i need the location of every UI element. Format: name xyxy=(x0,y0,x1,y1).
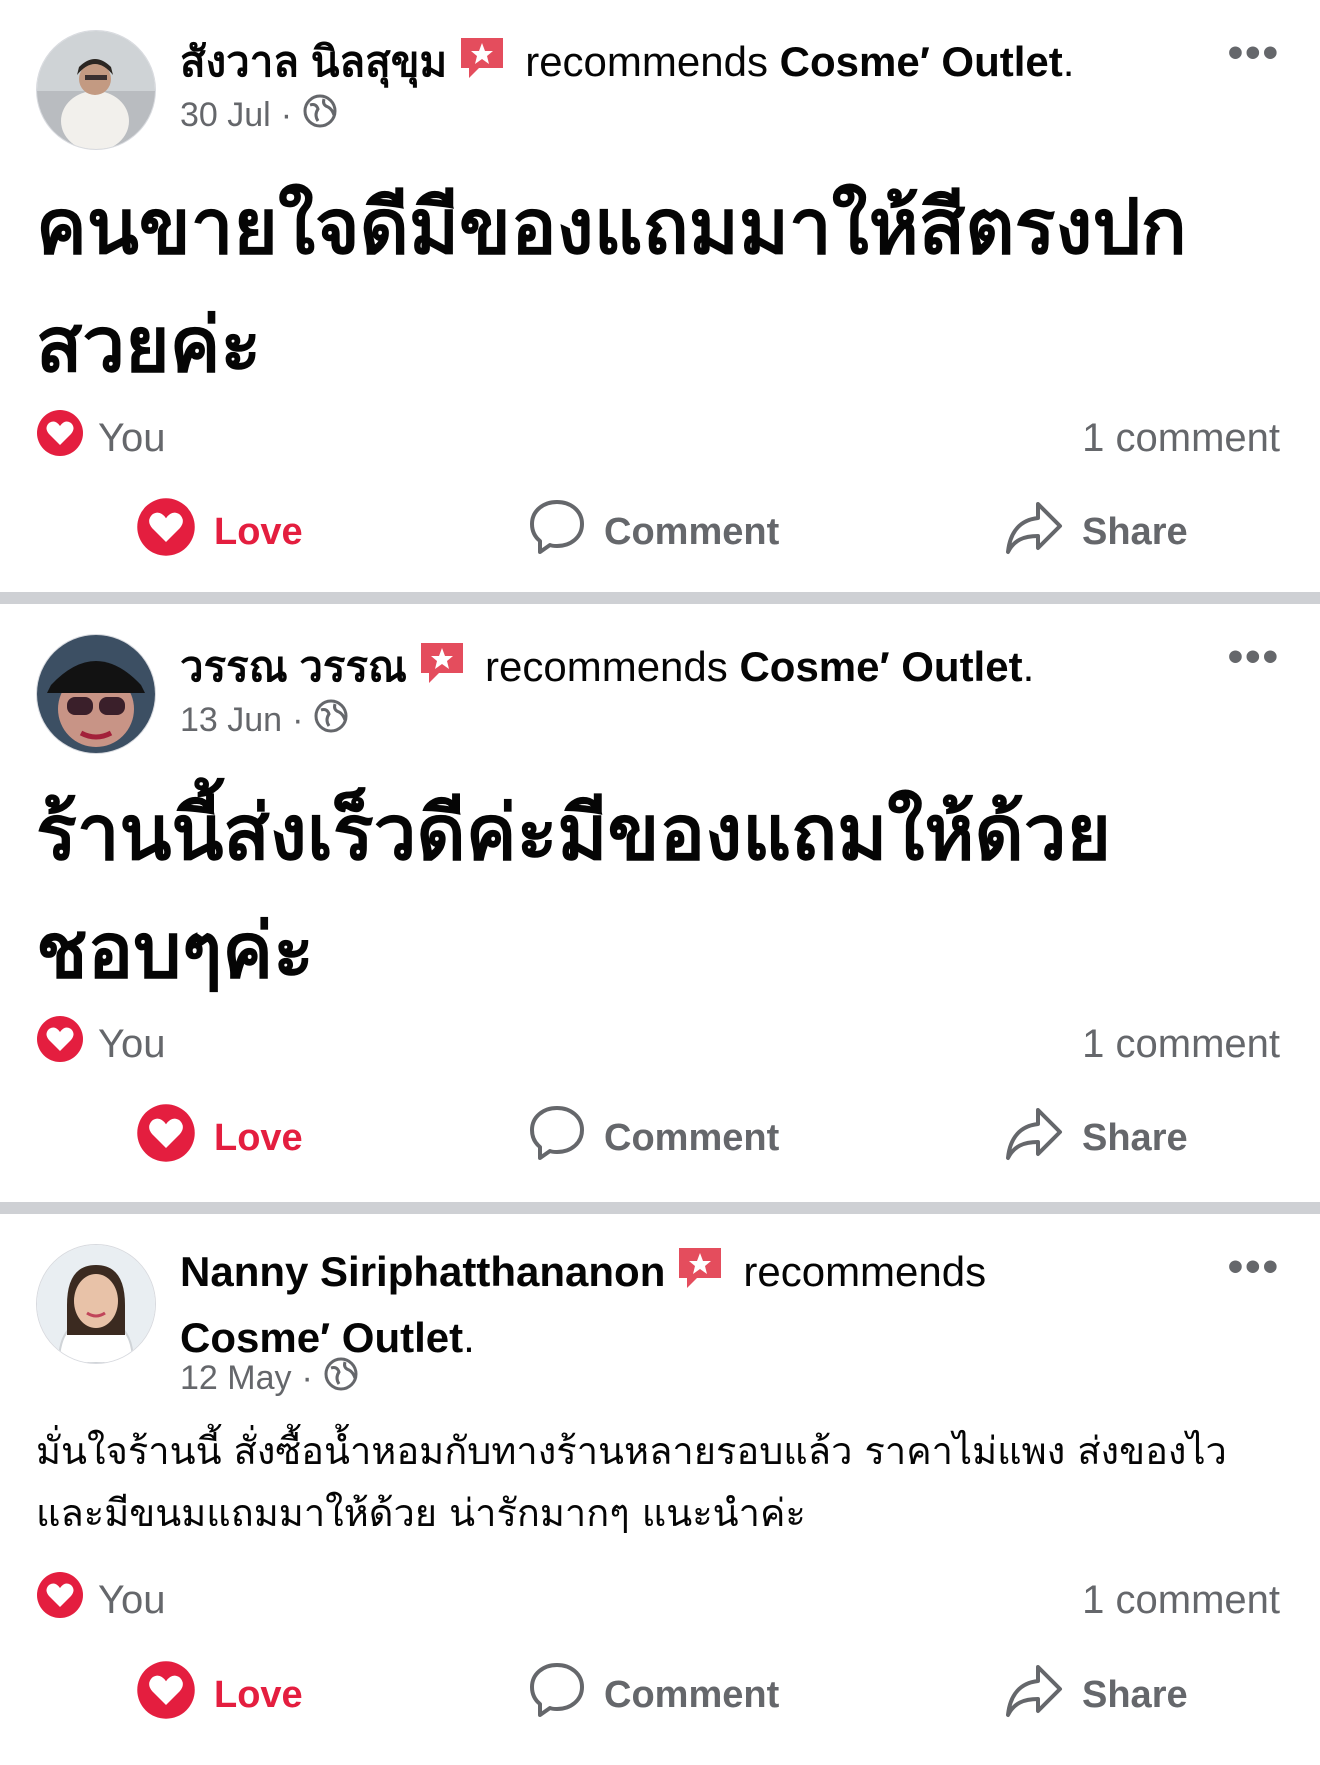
love-label: Love xyxy=(214,510,303,553)
author-name[interactable]: วรรณ วรรณ xyxy=(180,643,407,690)
reactions-bar: You 1 comment xyxy=(36,1571,1280,1629)
reactions-bar: You 1 comment xyxy=(36,1015,1280,1073)
recommends-text: recommends xyxy=(743,1248,987,1295)
comment-button[interactable]: Comment xyxy=(528,1655,779,1735)
more-icon[interactable]: ••• xyxy=(1228,28,1280,78)
meta-dot: · xyxy=(301,1359,313,1397)
comment-label: Comment xyxy=(604,510,780,553)
share-label: Share xyxy=(1082,510,1188,553)
reaction-summary[interactable]: You xyxy=(36,409,166,467)
post-divider xyxy=(0,592,1320,604)
meta-dot: · xyxy=(292,701,304,739)
comment-label: Comment xyxy=(604,1673,780,1716)
post-meta: 12 May · xyxy=(180,1356,359,1401)
reactor-name: You xyxy=(98,415,166,460)
reactions-bar: You 1 comment xyxy=(36,409,1280,467)
action-bar: Love Comment Share xyxy=(0,1098,1320,1178)
author-name[interactable]: สังวาล นิลสุขุม xyxy=(180,38,447,85)
reactor-name: You xyxy=(98,1021,166,1066)
page-name[interactable]: Cosme′ Outlet xyxy=(180,1314,463,1361)
period-text: . xyxy=(463,1314,475,1361)
comment-icon xyxy=(528,498,586,566)
globe-icon xyxy=(323,1356,359,1401)
post-1: สังวาล นิลสุขุม recommends Cosme′ Outlet.… xyxy=(0,0,1320,592)
post-3: Nanny Siriphatthananon recommends Cosme′ … xyxy=(0,1214,1320,1765)
more-icon[interactable]: ••• xyxy=(1228,632,1280,682)
post-2: วรรณ วรรณ recommends Cosme′ Outlet. 13 Ju… xyxy=(0,604,1320,1202)
post-meta: 13 Jun · xyxy=(180,698,349,743)
share-label: Share xyxy=(1082,1673,1188,1716)
globe-icon xyxy=(313,698,349,743)
more-icon[interactable]: ••• xyxy=(1228,1242,1280,1292)
comment-icon xyxy=(528,1661,586,1729)
recommendation-badge-icon xyxy=(675,1244,725,1308)
globe-icon xyxy=(302,93,338,138)
recommendation-badge-icon xyxy=(417,639,467,702)
heart-icon xyxy=(136,1660,196,1730)
avatar[interactable] xyxy=(36,634,156,754)
post-text: มั่นใจร้านนี้ สั่งซื้อน้ำหอมกับทางร้านหล… xyxy=(36,1429,1227,1535)
share-button[interactable]: Share xyxy=(1004,1655,1188,1735)
love-label: Love xyxy=(214,1116,303,1159)
recommendation-badge-icon xyxy=(457,34,507,97)
share-icon xyxy=(1004,498,1064,566)
period-text: . xyxy=(1062,38,1075,85)
post-date[interactable]: 13 Jun xyxy=(180,701,282,740)
recommends-text: recommends xyxy=(485,643,728,690)
post-meta: 30 Jul · xyxy=(180,93,338,138)
meta-dot: · xyxy=(280,96,293,134)
comment-count[interactable]: 1 comment xyxy=(1082,1022,1280,1067)
page-name[interactable]: Cosme′ Outlet xyxy=(780,38,1063,85)
author-name[interactable]: Nanny Siriphatthananon xyxy=(180,1248,665,1295)
post-header: Nanny Siriphatthananon recommends Cosme′ … xyxy=(180,1242,1100,1368)
share-icon xyxy=(1004,1104,1064,1172)
comment-label: Comment xyxy=(604,1116,780,1159)
post-date[interactable]: 12 May xyxy=(180,1359,292,1398)
share-button[interactable]: Share xyxy=(1004,1098,1188,1178)
reactor-name: You xyxy=(98,1577,166,1622)
love-label: Love xyxy=(214,1673,303,1716)
post-header: วรรณ วรรณ recommends Cosme′ Outlet. xyxy=(180,638,1170,702)
heart-icon xyxy=(36,1571,84,1629)
share-icon xyxy=(1004,1661,1064,1729)
comment-icon xyxy=(528,1104,586,1172)
love-button[interactable]: Love xyxy=(136,1655,303,1735)
post-header: สังวาล นิลสุขุม recommends Cosme′ Outlet. xyxy=(180,33,1170,97)
heart-icon xyxy=(36,409,84,467)
action-bar: Love Comment Share xyxy=(0,1655,1320,1735)
comment-button[interactable]: Comment xyxy=(528,1098,779,1178)
action-bar: Love Comment Share xyxy=(0,492,1320,572)
comment-button[interactable]: Comment xyxy=(528,492,779,572)
post-divider xyxy=(0,1202,1320,1214)
post-date[interactable]: 30 Jul xyxy=(180,96,271,135)
reaction-summary[interactable]: You xyxy=(36,1571,166,1629)
comment-count[interactable]: 1 comment xyxy=(1082,1578,1280,1623)
heart-icon xyxy=(136,497,196,567)
heart-icon xyxy=(136,1103,196,1173)
share-label: Share xyxy=(1082,1116,1188,1159)
avatar[interactable] xyxy=(36,30,156,150)
recommends-text: recommends xyxy=(525,38,768,85)
avatar[interactable] xyxy=(36,1244,156,1364)
reaction-summary[interactable]: You xyxy=(36,1015,166,1073)
post-text: คนขายใจดีมีของแถมมาให้สีตรงปกสวยค่ะ xyxy=(36,182,1187,389)
love-button[interactable]: Love xyxy=(136,1098,303,1178)
page-name[interactable]: Cosme′ Outlet xyxy=(739,643,1022,690)
period-text: . xyxy=(1022,643,1035,690)
heart-icon xyxy=(36,1015,84,1073)
comment-count[interactable]: 1 comment xyxy=(1082,416,1280,461)
share-button[interactable]: Share xyxy=(1004,492,1188,572)
post-text: ร้านนี้ส่งเร็วดีค่ะมีของแถมให้ด้วยชอบๆค่… xyxy=(36,788,1112,995)
love-button[interactable]: Love xyxy=(136,492,303,572)
